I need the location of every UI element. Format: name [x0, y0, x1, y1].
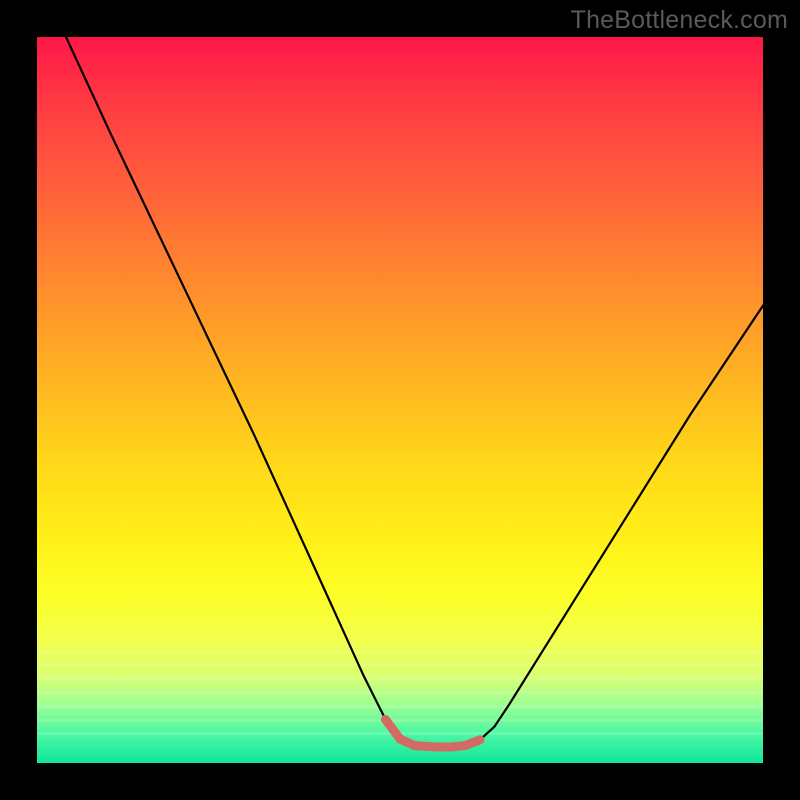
- valley-highlight: [386, 719, 480, 747]
- main-curve: [66, 37, 763, 747]
- watermark-text: TheBottleneck.com: [571, 6, 788, 35]
- plot-area: [37, 37, 763, 763]
- chart-frame: TheBottleneck.com: [0, 0, 800, 800]
- curves-svg: [37, 37, 763, 763]
